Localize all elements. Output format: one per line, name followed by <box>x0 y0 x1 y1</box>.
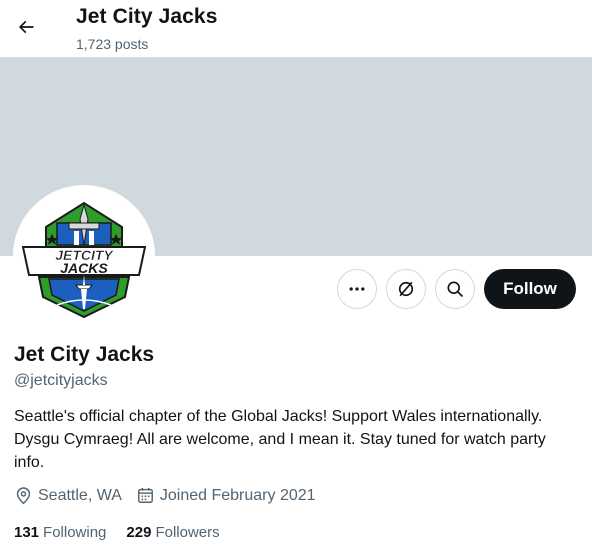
following-count: 131 <box>14 524 40 541</box>
joined-text: Joined February 2021 <box>159 486 316 504</box>
header-title: Jet City Jacks <box>76 5 218 28</box>
subscribe-icon <box>398 281 414 297</box>
profile-bio: Seattle's official chapter of the Global… <box>14 408 546 471</box>
profile-joined: Joined February 2021 <box>136 486 316 505</box>
following-link[interactable]: 131 Following <box>14 524 106 541</box>
avatar[interactable]: JETCITY JACKS <box>13 185 155 327</box>
profile-location: Seattle, WA <box>14 486 122 505</box>
subscribe-button[interactable] <box>386 269 426 309</box>
follow-button[interactable]: Follow <box>484 269 576 309</box>
profile-handle: @jetcityjacks <box>14 372 108 389</box>
profile-name: Jet City Jacks <box>14 343 155 366</box>
profile-meta: Seattle, WA Joined February 2021 <box>14 486 330 505</box>
followers-count: 229 <box>126 524 152 541</box>
more-options-button[interactable] <box>337 269 377 309</box>
search-button[interactable] <box>435 269 475 309</box>
search-icon <box>447 281 464 298</box>
arrow-left-icon <box>18 20 34 34</box>
profile-stats: 131 Following 229 Followers <box>14 524 240 541</box>
jet-city-jacks-logo: JETCITY JACKS <box>21 201 147 319</box>
calendar-icon <box>137 487 153 503</box>
location-text: Seattle, WA <box>38 486 122 504</box>
location-pin-icon <box>16 487 31 505</box>
followers-label: Followers <box>155 524 220 541</box>
followers-link[interactable]: 229 Followers <box>126 524 219 541</box>
more-horizontal-icon <box>349 287 365 291</box>
profile-header-bar: Jet City Jacks 1,723 posts <box>0 0 592 57</box>
back-button[interactable] <box>8 9 44 45</box>
svg-text:JACKS: JACKS <box>60 260 108 276</box>
following-label: Following <box>43 524 107 541</box>
header-posts-count: 1,723 posts <box>76 36 149 52</box>
